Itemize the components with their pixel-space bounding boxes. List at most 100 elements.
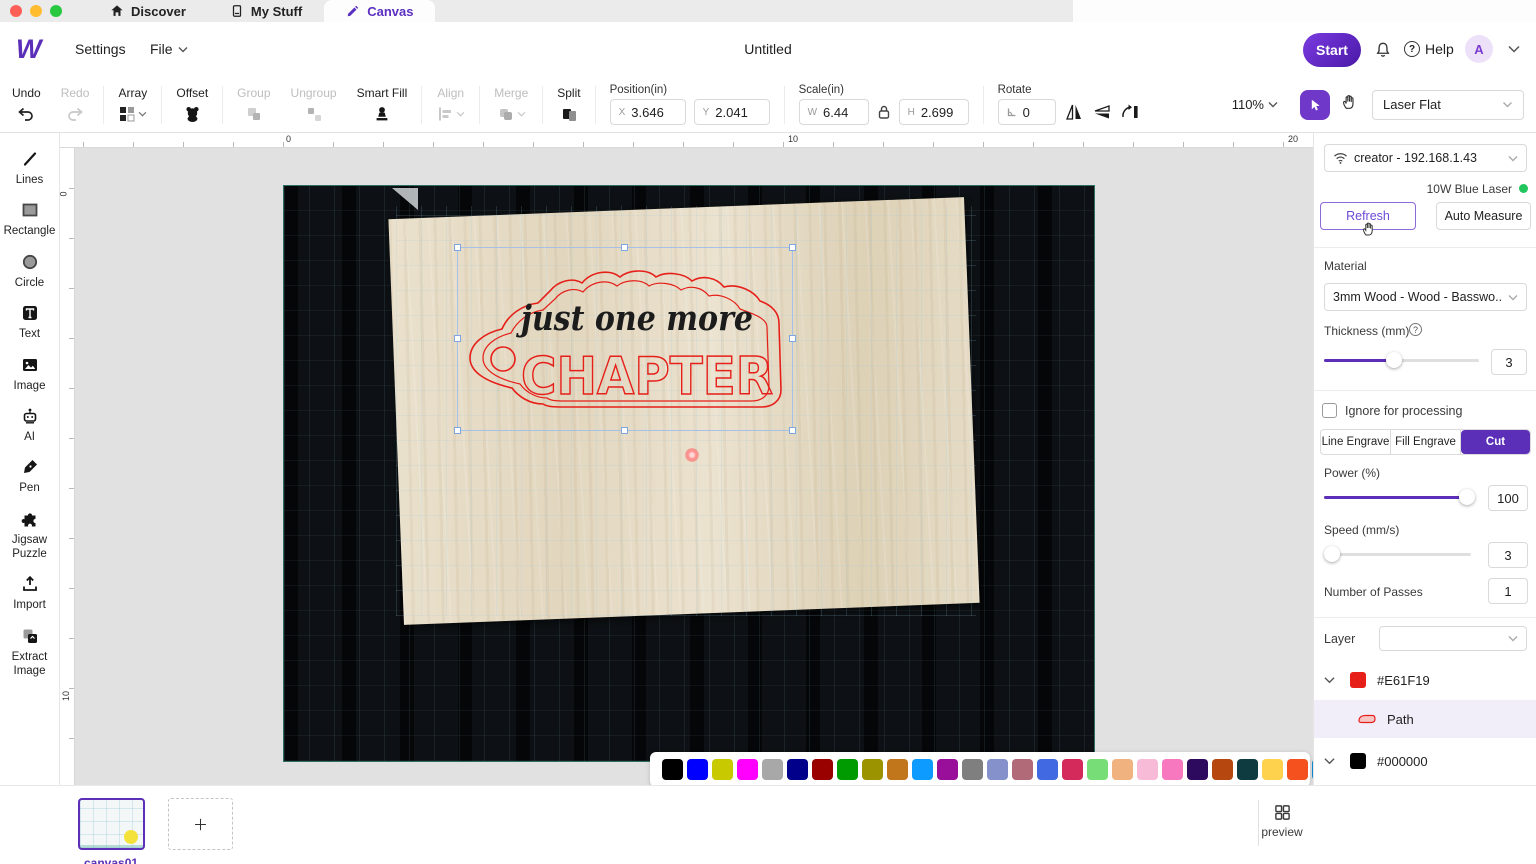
color-swatch[interactable] [1212,759,1233,780]
color-swatch[interactable] [737,759,758,780]
color-swatch[interactable] [787,759,808,780]
layer-group-red[interactable]: #E61F19 [1314,667,1536,693]
minimize-window-button[interactable] [30,5,42,17]
color-swatch[interactable] [837,759,858,780]
color-swatch[interactable] [937,759,958,780]
material-select[interactable]: 3mm Wood - Wood - Basswo... [1324,283,1527,311]
color-swatch[interactable] [1062,759,1083,780]
color-swatch[interactable] [1187,759,1208,780]
selection-handle[interactable] [454,335,461,342]
offset-button[interactable]: Offset [166,86,218,124]
tool-ai[interactable]: AI [1,406,59,444]
thickness-input[interactable] [1491,349,1527,375]
smart-fill-button[interactable]: Smart Fill [347,86,418,124]
color-swatch[interactable] [1237,759,1258,780]
power-input[interactable] [1488,485,1528,511]
avatar[interactable]: A [1465,35,1493,63]
ignore-processing-checkbox[interactable] [1322,403,1337,418]
split-button[interactable]: Split [547,86,590,124]
rotate-object-icon[interactable] [1120,103,1140,121]
layer-color-swatch[interactable] [1350,753,1366,769]
preview-button[interactable]: preview [1261,804,1303,839]
selection-handle[interactable] [789,427,796,434]
align-button[interactable]: Align [426,86,475,124]
device-select[interactable]: creator - 192.168.1.43 [1324,144,1527,172]
color-swatch[interactable] [962,759,983,780]
redo-button[interactable]: Redo [51,86,100,124]
help-button[interactable]: ? Help [1404,41,1454,57]
tab-line-engrave[interactable]: Line Engrave [1321,430,1391,454]
tool-import[interactable]: Import [1,574,59,612]
layer-color-swatch[interactable] [1350,672,1366,688]
tool-pen[interactable]: Pen [1,457,59,495]
tool-text[interactable]: Text [1,303,59,341]
tab-cut[interactable]: Cut [1461,430,1530,454]
power-slider[interactable] [1324,489,1475,505]
array-button[interactable]: Array [108,86,157,124]
rotate-input[interactable]: 0 [997,99,1056,125]
color-swatch[interactable] [1037,759,1058,780]
mode-select[interactable]: Laser Flat [1372,89,1524,120]
selection-box[interactable] [454,244,796,434]
tool-jigsaw[interactable]: Jigsaw Puzzle [1,509,59,562]
tool-image[interactable]: Image [1,355,59,393]
group-button[interactable]: Group [227,86,280,124]
canvas-area[interactable]: just one more CHAPTER ✕ [75,148,1313,785]
zoom-control[interactable]: 110% [1224,97,1286,112]
ungroup-button[interactable]: Ungroup [281,86,347,124]
color-swatch[interactable] [1137,759,1158,780]
flip-vertical-icon[interactable] [1092,103,1112,121]
tool-circle[interactable]: Circle [1,252,59,290]
account-chevron-down-icon[interactable] [1508,45,1520,53]
close-window-button[interactable] [10,5,22,17]
layer-group-black[interactable]: #000000 [1314,748,1536,774]
page-thumbnail-active[interactable] [78,798,145,850]
tool-extract-image[interactable]: Extract Image [1,626,59,679]
thickness-slider[interactable] [1324,352,1479,368]
undo-button[interactable]: Undo [0,86,51,124]
add-page-button[interactable]: ＋ [168,798,233,850]
layer-select[interactable] [1379,626,1527,651]
color-swatch[interactable] [712,759,733,780]
color-swatch[interactable] [1112,759,1133,780]
lock-icon[interactable] [877,104,891,120]
refresh-button[interactable]: Refresh [1320,202,1416,230]
tab-discover[interactable]: Discover [88,0,208,22]
color-swatch[interactable] [1087,759,1108,780]
selection-handle[interactable] [454,244,461,251]
thickness-help-icon[interactable]: ? [1409,323,1422,336]
selection-handle[interactable] [621,244,628,251]
color-swatch[interactable] [1162,759,1183,780]
start-button[interactable]: Start [1303,33,1361,67]
position-x-input[interactable]: X 3.646 [609,99,686,125]
pan-tool-button[interactable] [1340,93,1358,116]
selection-handle[interactable] [789,335,796,342]
auto-measure-button[interactable]: Auto Measure [1436,202,1531,230]
color-swatch[interactable] [1012,759,1033,780]
selection-handle[interactable] [621,427,628,434]
tab-fill-engrave[interactable]: Fill Engrave [1391,430,1461,454]
color-swatch[interactable] [762,759,783,780]
color-swatch[interactable] [1262,759,1283,780]
select-tool-button[interactable] [1300,89,1330,120]
tool-lines[interactable]: Lines [1,149,59,187]
maximize-window-button[interactable] [50,5,62,17]
color-swatch[interactable] [862,759,883,780]
merge-button[interactable]: Merge [484,86,538,124]
flip-horizontal-icon[interactable] [1064,103,1084,121]
color-swatch[interactable] [912,759,933,780]
color-swatch[interactable] [812,759,833,780]
tool-rectangle[interactable]: Rectangle [1,200,59,238]
selection-handle[interactable] [454,427,461,434]
scale-height-input[interactable]: H 2.699 [898,99,969,125]
color-swatch[interactable] [1287,759,1308,780]
color-swatch[interactable] [887,759,908,780]
layer-path-red[interactable]: Path [1314,700,1536,738]
notifications-bell-icon[interactable] [1374,41,1392,64]
speed-slider[interactable] [1324,546,1471,562]
color-swatch[interactable] [987,759,1008,780]
scale-width-input[interactable]: W 6.44 [798,99,869,125]
tab-canvas[interactable]: Canvas [324,0,436,22]
color-swatch[interactable] [662,759,683,780]
speed-input[interactable] [1488,542,1528,568]
